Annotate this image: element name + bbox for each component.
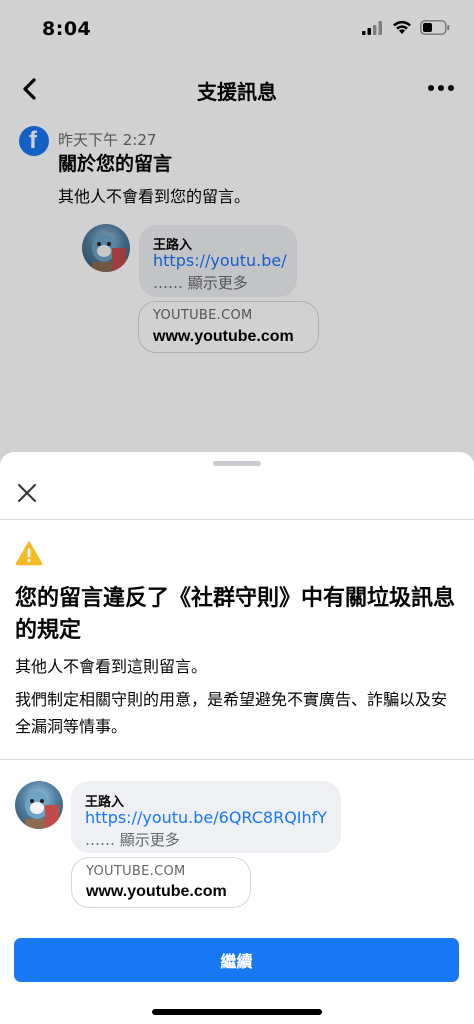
- comment-bubble[interactable]: 王路入 https://youtu.be/6QRC8RQIhfY …… 顯示更多: [71, 781, 341, 853]
- sheet-grabber[interactable]: [213, 461, 261, 466]
- divider: [0, 759, 474, 760]
- divider: [0, 519, 474, 520]
- warning-icon: [15, 540, 43, 566]
- comment-link[interactable]: https://youtu.be/6QRC8RQIhfY: [85, 808, 327, 827]
- show-more-link[interactable]: …… 顯示更多: [85, 829, 180, 850]
- home-indicator: [152, 1009, 322, 1015]
- link-preview-domain: YOUTUBE.COM: [86, 864, 186, 879]
- link-preview-site: www.youtube.com: [86, 883, 227, 900]
- violation-note: 其他人不會看到這則留言。: [15, 657, 208, 676]
- link-preview-card[interactable]: YOUTUBE.COM www.youtube.com: [71, 857, 251, 908]
- continue-button[interactable]: 繼續: [14, 938, 459, 982]
- violation-explanation: 我們制定相關守則的用意，是希望避免不實廣告、詐騙以及安全漏洞等情事。: [15, 690, 448, 736]
- avatar: [15, 781, 63, 829]
- violation-title: 您的留言違反了《社群守則》中有關垃圾訊息的規定: [15, 586, 456, 643]
- close-icon[interactable]: [14, 480, 40, 506]
- violation-bottom-sheet: 您的留言違反了《社群守則》中有關垃圾訊息的規定 其他人不會看到這則留言。 我們制…: [0, 452, 474, 1024]
